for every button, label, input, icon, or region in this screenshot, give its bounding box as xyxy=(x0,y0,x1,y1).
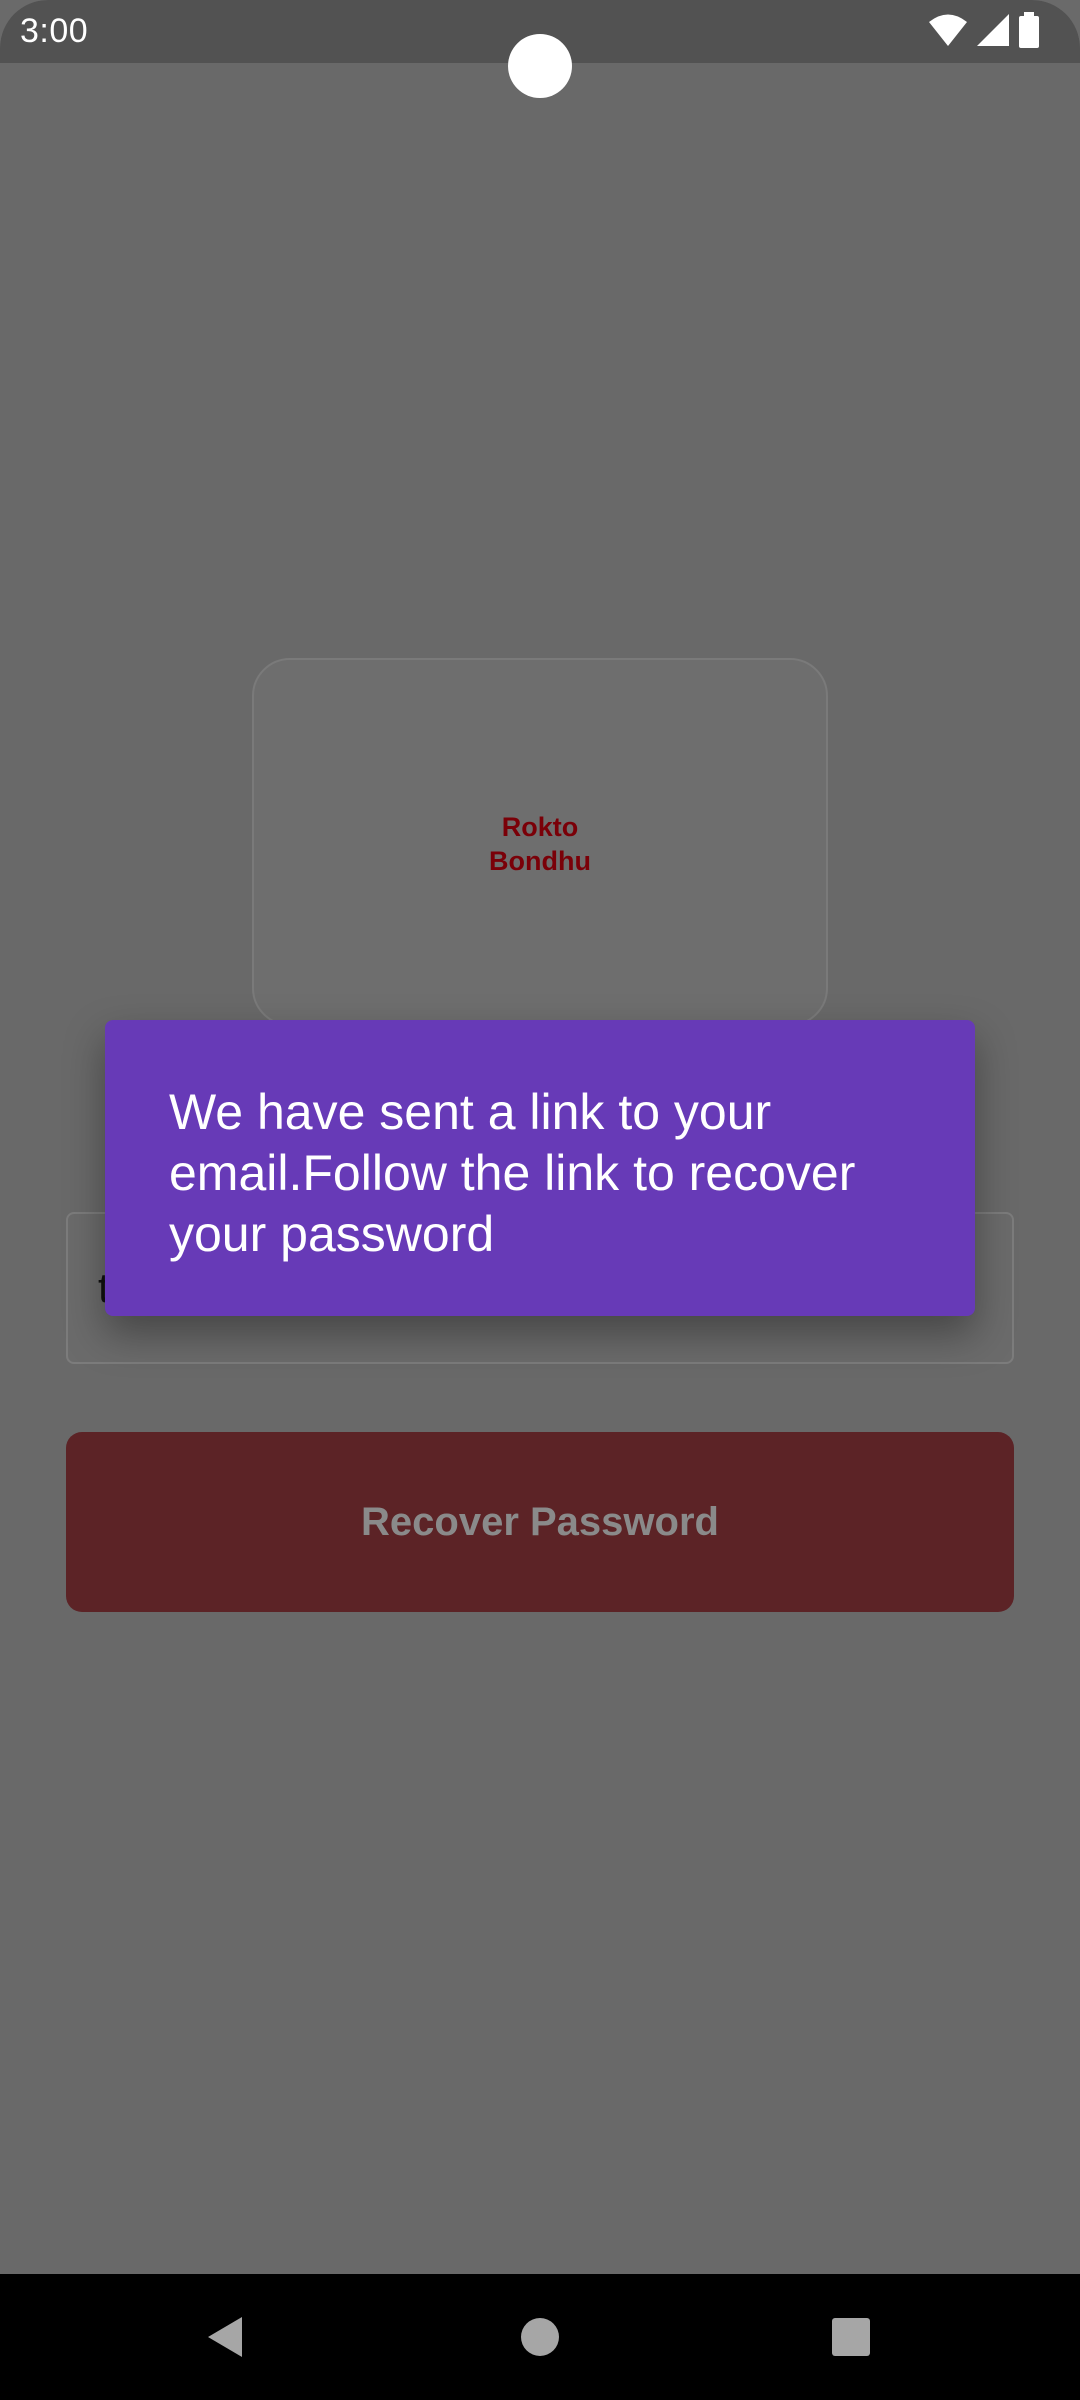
toast-message: We have sent a link to your email.Follow… xyxy=(169,1084,856,1262)
app-logo: Rokto Bondhu xyxy=(254,810,826,878)
wifi-icon xyxy=(928,13,968,52)
cellular-signal-icon xyxy=(976,13,1010,52)
back-icon[interactable] xyxy=(192,2304,258,2370)
recover-password-label: Recover Password xyxy=(361,1499,719,1544)
recover-password-button[interactable]: Recover Password xyxy=(66,1432,1014,1612)
screen: 3:00 Rokto Bondhu t Recover Password We … xyxy=(0,0,1080,2400)
logo-line-1: Rokto xyxy=(501,812,579,842)
navigation-bar xyxy=(0,2274,1080,2400)
status-time: 3:00 xyxy=(20,12,89,50)
home-icon[interactable] xyxy=(507,2304,573,2370)
toast-notification: We have sent a link to your email.Follow… xyxy=(105,1020,975,1316)
recents-icon[interactable] xyxy=(818,2304,884,2370)
logo-card: Rokto Bondhu xyxy=(252,658,828,1026)
status-icons xyxy=(928,11,1040,53)
battery-icon xyxy=(1018,11,1040,53)
logo-line-2: Bondhu xyxy=(489,846,591,876)
camera-cutout xyxy=(508,34,572,98)
